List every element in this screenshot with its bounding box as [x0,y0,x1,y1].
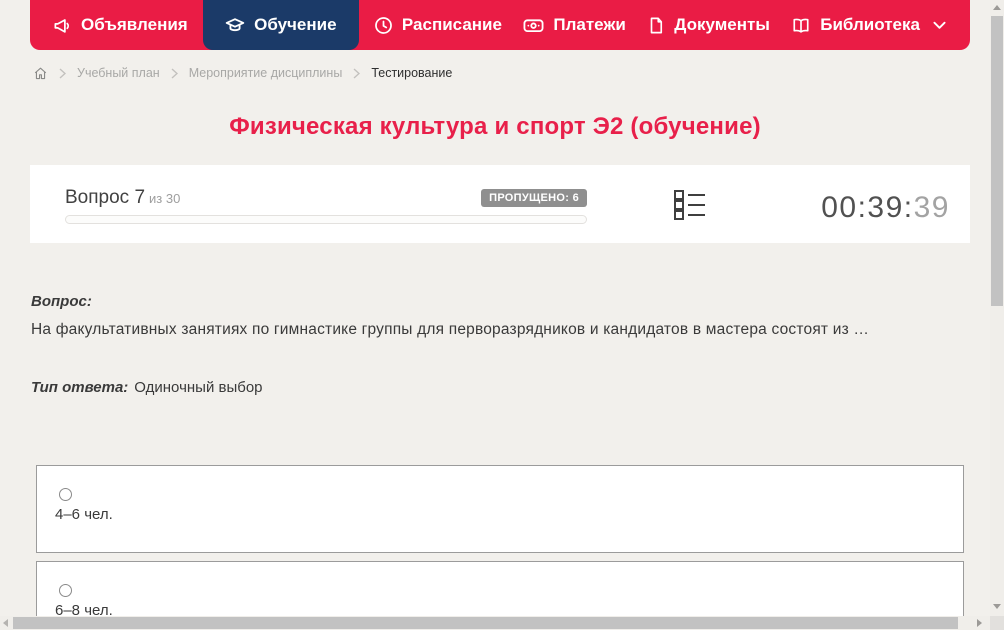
graduation-cap-icon [225,15,245,35]
question-number: Вопрос 7 [65,187,146,208]
nav-item-label: Объявления [81,15,188,34]
nav-item-schedule[interactable]: Расписание [368,0,508,50]
timer-seconds: 39 [913,191,950,224]
answer-type-value: Одиночный выбор [134,379,263,396]
question-header-card: Вопрос 7 из 30 ПРОПУЩЕНО: 6 00:39:39 [30,165,970,243]
vertical-scrollbar-thumb[interactable] [991,16,1003,306]
radio-button[interactable] [59,584,72,597]
answer-type-line: Тип ответа: Одиночный выбор [31,379,961,396]
horizontal-scrollbar[interactable] [0,616,990,630]
breadcrumb: Учебный план Мероприятие дисциплины Тест… [33,63,452,83]
nav-item-documents[interactable]: Документы [641,0,776,50]
breadcrumb-chevron-icon [171,67,178,79]
page-title: Физическая культура и спорт Э2 (обучение… [229,113,761,140]
home-icon[interactable] [33,66,48,81]
radio-button[interactable] [59,488,72,501]
page: Объявления Обучение Расписание Платежи Д… [0,0,1004,630]
scroll-down-icon[interactable] [993,604,1001,609]
timer: 00:39:39 [821,191,950,225]
open-book-icon [791,16,811,35]
skipped-badge: ПРОПУЩЕНО: 6 [481,189,587,207]
question-text: На факультативных занятиях по гимнастике… [31,321,870,338]
banknote-icon [523,16,544,35]
timer-hhmm: 00:39: [821,191,914,224]
scroll-left-icon[interactable] [3,619,8,627]
horizontal-scrollbar-thumb[interactable] [13,617,958,629]
nav-item-payments[interactable]: Платежи [517,0,632,50]
progress-bar [65,215,587,224]
nav-item-label: Документы [674,15,770,34]
chevron-down-icon [933,21,946,30]
megaphone-icon [53,16,72,35]
question-progress-group: Вопрос 7 из 30 ПРОПУЩЕНО: 6 [65,187,587,224]
clock-icon [374,16,393,35]
breadcrumb-chevron-icon [353,67,361,79]
nav-item-library[interactable]: Библиотека [785,0,952,50]
breadcrumb-item-discipline-event[interactable]: Мероприятие дисциплины [189,66,343,80]
nav-item-learning[interactable]: Обучение [203,0,359,50]
answer-type-label: Тип ответа: [31,379,129,396]
question-counter: Вопрос 7 из 30 [65,187,180,209]
nav-item-label: Платежи [553,15,626,34]
main-nav: Объявления Обучение Расписание Платежи Д… [30,0,970,50]
nav-item-label: Расписание [401,15,502,34]
nav-item-label: Библиотека [820,15,920,34]
question-list-icon[interactable] [672,186,708,224]
answer-option-1[interactable]: 4–6 чел. [36,465,964,553]
question-block: Вопрос: На факультативных занятиях по ги… [31,293,961,396]
question-heading: Вопрос: [31,293,92,310]
nav-item-announcements[interactable]: Объявления [47,0,194,50]
breadcrumb-chevron-icon [59,67,66,79]
scroll-right-icon[interactable] [977,619,982,627]
breadcrumb-item-testing: Тестирование [371,66,453,80]
breadcrumb-item-curriculum[interactable]: Учебный план [77,66,160,80]
answer-option-label: 4–6 чел. [55,506,113,523]
document-icon [647,16,665,35]
scrollbar-corner [990,616,1004,630]
question-total: из 30 [149,191,181,206]
scroll-up-icon[interactable] [993,5,1001,10]
vertical-scrollbar[interactable] [990,0,1004,630]
nav-item-label: Обучение [254,15,337,34]
